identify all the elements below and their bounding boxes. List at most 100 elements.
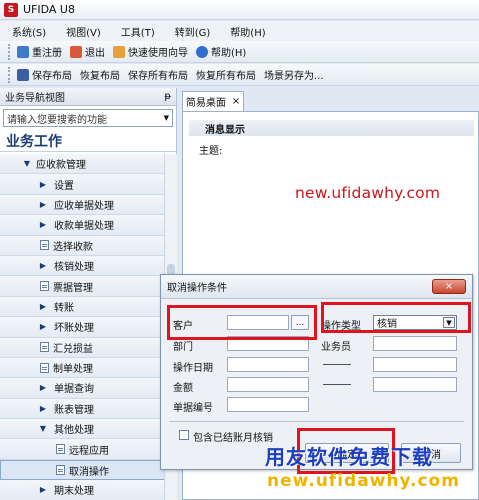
save-icon bbox=[17, 68, 29, 81]
tab-label: 简易桌面 bbox=[185, 98, 226, 109]
search-dropdown-icon[interactable]: ▼ bbox=[164, 114, 169, 122]
include-closed-checkbox[interactable] bbox=[179, 430, 189, 440]
nav-tree: ▼ 应收款管理 ▶ 设置 ▶ 应收单据处理 ▶ 收款单据处理 选择收款 ▶ 核销… bbox=[0, 154, 165, 500]
restore-all-layouts-label: 恢复所有布局 bbox=[196, 71, 256, 82]
collapsed-arrow-icon: ▶ bbox=[39, 322, 47, 332]
menu-view[interactable]: 视图(V) bbox=[66, 24, 101, 39]
nav-item-cancel-operation[interactable]: 取消操作 bbox=[0, 459, 165, 481]
doc-no-label: 单据编号 bbox=[173, 403, 213, 414]
nav-item-ar-management[interactable]: ▼ 应收款管理 bbox=[0, 154, 165, 175]
amount-from-input[interactable] bbox=[227, 377, 309, 392]
nav-item-label: 取消操作 bbox=[69, 466, 109, 478]
nav-item-label: 设置 bbox=[54, 180, 74, 192]
nav-item-receipt-docs[interactable]: ▶ 收款单据处理 bbox=[0, 215, 165, 236]
tab-simple-desktop[interactable]: 简易桌面 × bbox=[182, 91, 244, 111]
save-all-layouts-button[interactable]: 保存所有布局 bbox=[128, 67, 188, 82]
nav-item-label: 应收款管理 bbox=[36, 160, 86, 172]
nav-item-bad-debt[interactable]: ▶ 坏账处理 bbox=[0, 317, 165, 338]
nav-item-label: 远程应用 bbox=[69, 445, 109, 457]
op-date-label: 操作日期 bbox=[173, 363, 213, 374]
nav-item-bills[interactable]: 票据管理 bbox=[0, 276, 165, 297]
collapsed-arrow-icon: ▶ bbox=[39, 301, 47, 311]
nav-item-remote[interactable]: 远程应用 bbox=[0, 439, 165, 460]
nav-item-select-receipt[interactable]: 选择收款 bbox=[0, 235, 165, 256]
doc-no-input[interactable] bbox=[227, 397, 309, 412]
nav-item-label: 应收单据处理 bbox=[54, 200, 114, 212]
amount-to-input[interactable] bbox=[373, 377, 457, 392]
menu-tools[interactable]: 工具(T) bbox=[121, 24, 155, 39]
nav-item-label: 账表管理 bbox=[54, 404, 94, 416]
highlight-op-type bbox=[321, 302, 471, 333]
exit-button[interactable]: 退出 bbox=[70, 44, 105, 59]
save-layout-button[interactable]: 保存布局 bbox=[17, 67, 72, 82]
dialog-close-button[interactable]: × bbox=[432, 279, 466, 294]
menu-goto[interactable]: 转到(G) bbox=[175, 24, 211, 39]
menu-help[interactable]: 帮助(H) bbox=[230, 24, 265, 39]
save-all-layouts-label: 保存所有布局 bbox=[128, 71, 188, 82]
exit-icon bbox=[70, 45, 82, 58]
nav-item-ar-docs[interactable]: ▶ 应收单据处理 bbox=[0, 194, 165, 216]
nav-item-label: 汇兑损益 bbox=[53, 343, 93, 355]
app-logo-icon: S bbox=[4, 2, 18, 17]
tab-close-icon[interactable]: × bbox=[232, 96, 240, 107]
scene-save-as-button[interactable]: 场景另存为... bbox=[264, 67, 324, 82]
salesman-label: 业务员 bbox=[321, 342, 351, 353]
business-nav-panel: 业务导航视图 ᵽ 请输入您要搜索的功能 ▼ 业务工作 ▼ 应收款管理 ▶ 设置 … bbox=[0, 88, 177, 500]
watermark-url-bottom: new.ufidawhy.com bbox=[267, 471, 460, 491]
watermark-url: new.ufidawhy.com bbox=[295, 184, 441, 202]
nav-item-label: 制单处理 bbox=[53, 364, 93, 376]
nav-item-settings[interactable]: ▶ 设置 bbox=[0, 174, 165, 195]
include-closed-label: 包含已结账月核销 bbox=[193, 433, 273, 444]
menu-system[interactable]: 系统(S) bbox=[12, 24, 46, 39]
nav-item-label: 核销处理 bbox=[54, 262, 94, 274]
nav-item-doc-query[interactable]: ▶ 单据查询 bbox=[0, 378, 165, 399]
nav-item-label: 选择收款 bbox=[53, 241, 93, 253]
dialog-title: 取消操作条件 bbox=[161, 275, 472, 299]
main-toolbar: 重注册 退出 快速使用向导 帮助(H) bbox=[0, 41, 479, 63]
nav-item-writeoff[interactable]: ▶ 核销处理 bbox=[0, 255, 165, 277]
quick-guide-button[interactable]: 快速使用向导 bbox=[113, 44, 188, 59]
save-layout-label: 保存布局 bbox=[32, 71, 72, 82]
op-date-to-input[interactable] bbox=[373, 357, 457, 372]
nav-section-business-work[interactable]: 业务工作 bbox=[0, 130, 176, 152]
pin-icon[interactable]: ᵽ bbox=[164, 91, 171, 102]
relogin-label: 重注册 bbox=[32, 48, 62, 59]
nav-item-period-end[interactable]: ▶ 期末处理 bbox=[0, 480, 165, 500]
document-icon bbox=[56, 465, 65, 476]
relogin-button[interactable]: 重注册 bbox=[17, 44, 62, 59]
nav-item-label: 期末处理 bbox=[54, 486, 94, 498]
toolbar-grip[interactable] bbox=[8, 66, 11, 83]
document-icon bbox=[40, 240, 49, 251]
nav-item-voucher[interactable]: 制单处理 bbox=[0, 357, 165, 379]
nav-item-label: 坏账处理 bbox=[54, 323, 94, 335]
collapsed-arrow-icon: ▶ bbox=[39, 485, 47, 495]
help-button[interactable]: 帮助(H) bbox=[196, 44, 246, 59]
nav-item-exchange[interactable]: 汇兑损益 bbox=[0, 337, 165, 358]
range-dash bbox=[323, 364, 351, 365]
nav-item-label: 票据管理 bbox=[53, 282, 93, 294]
nav-search-placeholder: 请输入您要搜索的功能 bbox=[7, 114, 107, 126]
highlight-customer bbox=[167, 305, 317, 340]
nav-search-input[interactable]: 请输入您要搜索的功能 ▼ bbox=[3, 109, 173, 127]
collapsed-arrow-icon: ▶ bbox=[39, 383, 47, 393]
collapsed-arrow-icon: ▶ bbox=[39, 261, 47, 271]
menu-bar: 系统(S) 视图(V) 工具(T) 转到(G) 帮助(H) bbox=[0, 21, 479, 41]
restore-all-layouts-button[interactable]: 恢复所有布局 bbox=[196, 67, 256, 82]
collapsed-arrow-icon: ▶ bbox=[39, 220, 47, 230]
op-date-from-input[interactable] bbox=[227, 357, 309, 372]
title-bar: S UFIDA U8 bbox=[0, 0, 479, 20]
help-icon bbox=[196, 45, 208, 58]
layout-toolbar: 保存布局 恢复布局 保存所有布局 恢复所有布局 场景另存为... bbox=[0, 64, 479, 86]
watermark-brand: 用友软件免费下载 bbox=[265, 445, 433, 469]
nav-item-reports[interactable]: ▶ 账表管理 bbox=[0, 398, 165, 420]
nav-item-transfer[interactable]: ▶ 转账 bbox=[0, 296, 165, 318]
restore-layout-label: 恢复布局 bbox=[80, 71, 120, 82]
salesman-input[interactable] bbox=[373, 336, 457, 351]
nav-item-other[interactable]: ▼ 其他处理 bbox=[0, 419, 165, 440]
guide-icon bbox=[113, 45, 125, 58]
nav-item-label: 转账 bbox=[54, 302, 74, 314]
dept-label: 部门 bbox=[173, 342, 193, 353]
restore-layout-button[interactable]: 恢复布局 bbox=[80, 67, 120, 82]
toolbar-grip[interactable] bbox=[8, 43, 11, 60]
amount-label: 金额 bbox=[173, 383, 193, 394]
